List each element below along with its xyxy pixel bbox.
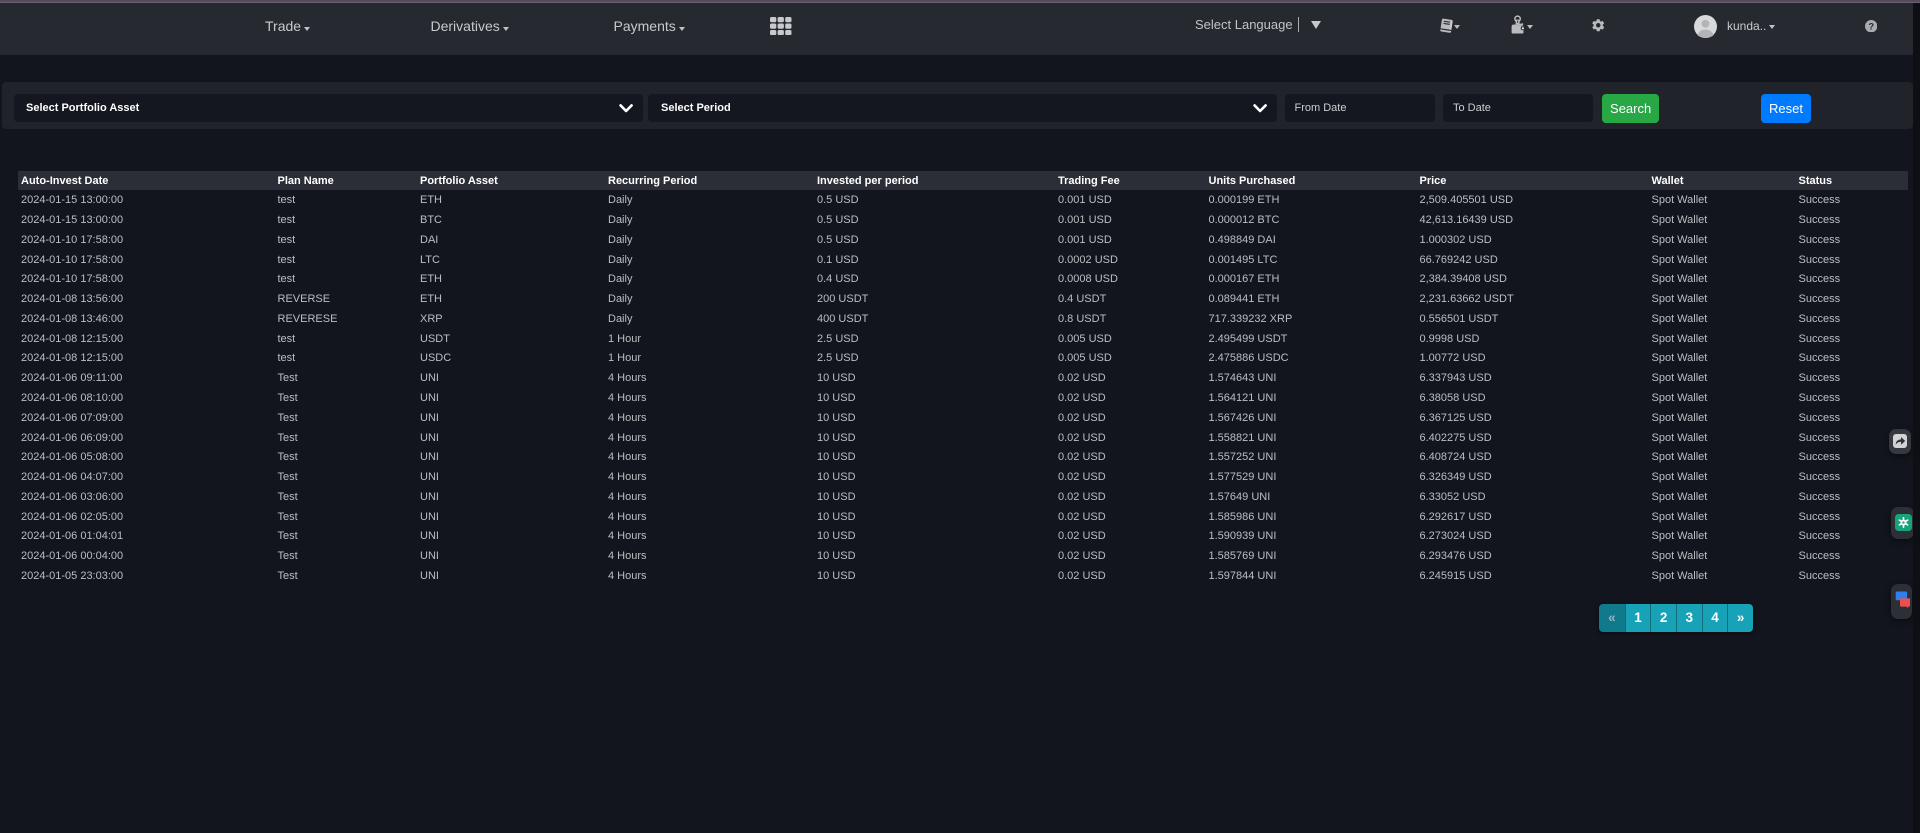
svg-text:?: ? <box>1868 22 1874 32</box>
